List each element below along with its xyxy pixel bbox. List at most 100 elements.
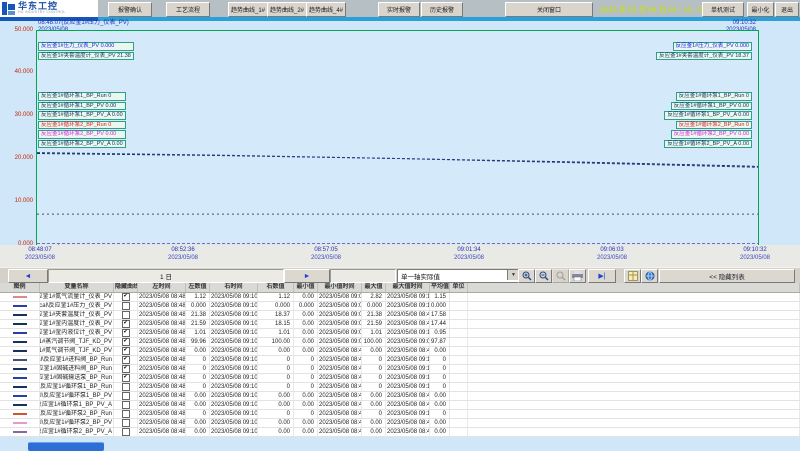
legend-entry[interactable]: 反应釜1#夹套温度计_仪表_PV 18.37 <box>656 52 752 61</box>
hide-curve-checkbox[interactable] <box>122 392 130 400</box>
hide-curve-checkbox[interactable] <box>122 410 130 418</box>
legend-entry[interactable]: 反应釜1#循环泵2_BP_Run 0 <box>676 121 752 130</box>
data-export-button[interactable] <box>624 269 641 283</box>
alarm-ack-button[interactable]: 报警确认 <box>108 2 152 17</box>
legend-entry[interactable]: 反应釜1#循环泵1_BP_Run 0 <box>38 92 126 101</box>
legend-entry[interactable]: 反应釜1#循环泵1_BP_Run 0 <box>676 92 752 101</box>
legend-entry[interactable]: 反应釜1#循环泵2_BP_Run 0 <box>38 121 126 130</box>
table-row[interactable]: \\local\反应釜1#釜内温度计_仪表_PV✔2023/05/08 08:4… <box>0 320 800 329</box>
scroll-left-button[interactable]: ◄ <box>8 269 48 283</box>
left-value-cell: 0 <box>186 410 210 418</box>
legend-entry[interactable]: 反应釜1#循环泵1_BP_PV 0.00 <box>38 102 126 111</box>
table-row[interactable]: \\local\反应釜1#压力_仪表_PV2023/05/08 08:48:07… <box>0 302 800 311</box>
left-time-cell: 2023/05/08 08:48:07 <box>138 410 186 418</box>
hide-curve-checkbox[interactable]: ✔ <box>122 347 130 355</box>
table-row[interactable]: \\local\反应釜1#循环泵2_BP_PV2023/05/08 08:48:… <box>0 419 800 428</box>
min-time-cell: 2023/05/08 08:48:07 <box>318 356 362 364</box>
max-time-cell: 2023/05/08 09:10:32 <box>386 365 430 373</box>
realtime-alarm-button[interactable]: 实时报警 <box>378 2 420 17</box>
right-value-cell: 18.15 <box>258 320 294 328</box>
unit-cell <box>450 374 468 382</box>
min-time-cell: 2023/05/08 09:09:58 <box>318 293 362 301</box>
hide-curve-checkbox[interactable]: ✔ <box>122 356 130 364</box>
table-row[interactable]: \\local\反应釜1#固碱进料阀_BP_Run✔2023/05/08 08:… <box>0 365 800 374</box>
hide-curve-checkbox[interactable] <box>122 401 130 409</box>
right-time-cell: 2023/05/08 09:10:32 <box>210 302 258 310</box>
hide-curve-checkbox[interactable]: ✔ <box>122 374 130 382</box>
table-row[interactable]: \\local\反应釜1#固碱输送泵_BP_Run✔2023/05/08 08:… <box>0 374 800 383</box>
table-row[interactable]: \\local\反应釜1#循环泵2_BP_Run2023/05/08 08:48… <box>0 410 800 419</box>
table-row[interactable]: \\local\反应釜1#氮气流量计_仪表_PV✔2023/05/08 08:4… <box>0 293 800 302</box>
table-row[interactable]: \\local\反应釜1#循环泵1_BP_PV_A2023/05/08 08:4… <box>0 401 800 410</box>
max-value-cell: 100.00 <box>362 338 386 346</box>
hide-curve-checkbox[interactable]: ✔ <box>122 365 130 373</box>
legend-entry[interactable]: 反应釜1#循环泵2_BP_PV_A 0.00 <box>38 140 126 149</box>
series-color-swatch <box>13 404 27 406</box>
exit-button[interactable]: 退出 <box>775 2 799 17</box>
trend-plot[interactable] <box>36 30 759 246</box>
max-time-cell: 2023/05/08 09:10:32 <box>386 410 430 418</box>
trend-curve-2-button[interactable]: 趋势曲线_2# <box>267 2 307 17</box>
legend-entry[interactable]: 反应釜1#循环泵1_BP_PV_A 0.00 <box>38 111 126 120</box>
zoom-reset-button[interactable] <box>552 269 569 283</box>
legend-swatch-cell <box>0 311 40 319</box>
table-row[interactable]: \\local\反应釜1#氮气调节阀_TJF_KD_PV✔2023/05/08 … <box>0 347 800 356</box>
max-time-cell: 2023/05/08 09:10:12 <box>386 329 430 337</box>
table-row[interactable]: \\local\反应釜1#循环泵2_BP_PV_A2023/05/08 08:4… <box>0 428 800 437</box>
table-row[interactable]: \\local\反应釜1#釜内液位计_仪表_PV✔2023/05/08 08:4… <box>0 329 800 338</box>
left-value-cell: 99.96 <box>186 338 210 346</box>
unit-cell <box>450 392 468 400</box>
hide-curve-checkbox[interactable] <box>122 428 130 436</box>
datetime-display: 2023 年 05 月 08 日 09 : 12 : 57 <box>600 3 707 15</box>
legend-entry[interactable]: 反应釜1#压力_仪表_PV 0.000 <box>673 42 752 51</box>
hide-curve-checkbox[interactable]: ✔ <box>122 293 130 301</box>
hide-curve-checkbox[interactable]: ✔ <box>122 338 130 346</box>
minimize-button[interactable]: 最小化 <box>747 2 774 17</box>
table-row[interactable]: \\local\反应釜1#循环泵1_BP_Run2023/05/08 08:48… <box>0 383 800 392</box>
legend-entry[interactable]: 反应釜1#夹套温度计_仪表_PV 21.38 <box>38 52 134 61</box>
process-flow-button[interactable]: 工艺流程 <box>166 2 210 17</box>
scroll-right-button[interactable]: ► <box>284 269 330 283</box>
series-color-swatch <box>13 323 27 325</box>
table-row[interactable]: \\local\反应釜1#进料阀_BP_Run✔2023/05/08 08:48… <box>0 356 800 365</box>
axis-mode-select[interactable]: 单一轴实际值 ▼ <box>397 269 520 283</box>
hide-curve-checkbox[interactable] <box>122 419 130 427</box>
trend-curve-1-button[interactable]: 趋势曲线_1# <box>228 2 268 17</box>
legend-entry[interactable]: 反应釜1#压力_仪表_PV 0.000 <box>38 42 134 51</box>
zoom-out-button[interactable] <box>535 269 552 283</box>
legend-entry[interactable]: 反应釜1#循环泵1_BP_PV_A 0.00 <box>664 111 752 120</box>
hide-list-button[interactable]: << 隐藏列表 <box>659 269 795 283</box>
table-row[interactable]: \\local\反应釜1#蒸汽调节阀_TJF_KD_PV✔2023/05/08 … <box>0 338 800 347</box>
axis-mode-value: 单一轴实际值 <box>401 271 440 281</box>
variable-name-cell: \\local\反应釜1#夹套温度计_仪表_PV <box>40 311 114 319</box>
print-button[interactable] <box>569 269 586 283</box>
settings-button[interactable] <box>641 269 658 283</box>
legend-entry[interactable]: 反应釜1#循环泵2_BP_PV 0.00 <box>38 130 126 139</box>
history-alarm-button[interactable]: 历史报警 <box>421 2 463 17</box>
legend-entry[interactable]: 反应釜1#循环泵2_BP_PV_A 0.00 <box>664 140 752 149</box>
close-window-button[interactable]: 关闭窗口 <box>505 2 593 17</box>
table-row[interactable]: \\local\反应釜1#夹套温度计_仪表_PV2023/05/08 08:48… <box>0 311 800 320</box>
column-header: 隐藏曲线 <box>114 283 138 292</box>
trend-curve-4-button[interactable]: 趋势曲线_4# <box>306 2 346 17</box>
magnifier-plus-icon <box>522 271 532 281</box>
hide-curve-checkbox[interactable] <box>122 383 130 391</box>
column-header: 右时间 <box>210 283 258 292</box>
max-value-cell: 0.00 <box>362 392 386 400</box>
table-row[interactable]: \\local\反应釜1#循环泵1_BP_PV2023/05/08 08:48:… <box>0 392 800 401</box>
right-time-cell: 2023/05/08 09:10:32 <box>210 311 258 319</box>
standalone-test-button[interactable]: 单机测试 <box>702 2 744 17</box>
hide-curve-checkbox[interactable]: ✔ <box>122 320 130 328</box>
right-time-cell: 2023/05/08 09:10:32 <box>210 356 258 364</box>
hide-curve-cell: ✔ <box>114 329 138 337</box>
time-range-bar[interactable]: 1 日 <box>48 269 284 283</box>
hide-curve-checkbox[interactable] <box>122 311 130 319</box>
legend-entry[interactable]: 反应釜1#循环泵2_BP_PV 0.00 <box>671 130 752 139</box>
hide-curve-checkbox[interactable]: ✔ <box>122 329 130 337</box>
right-time-cell: 2023/05/08 09:10:32 <box>210 428 258 436</box>
hide-curve-checkbox[interactable] <box>122 302 130 310</box>
zoom-in-button[interactable] <box>518 269 535 283</box>
play-step-button[interactable]: ▶| <box>588 269 616 283</box>
hide-curve-cell <box>114 401 138 409</box>
legend-entry[interactable]: 反应釜1#循环泵1_BP_PV 0.00 <box>671 102 752 111</box>
